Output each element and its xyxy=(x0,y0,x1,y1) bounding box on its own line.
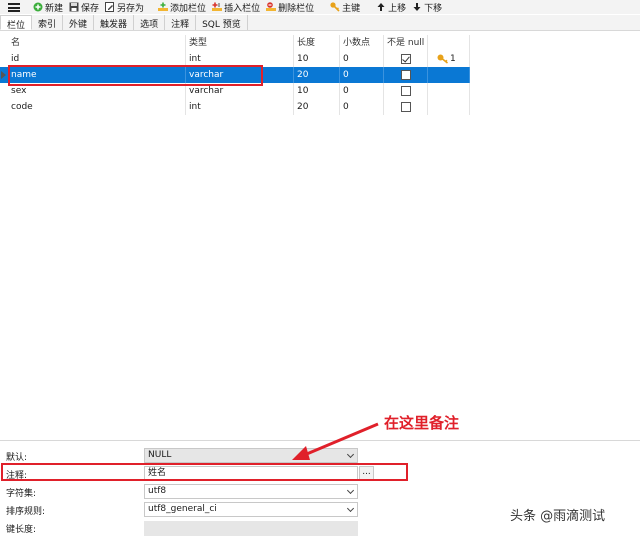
field-length-cell[interactable]: 10 xyxy=(294,83,340,99)
field-key-cell xyxy=(428,67,470,83)
key-icon xyxy=(330,2,340,12)
primary-key-icon xyxy=(437,54,449,64)
charset-value: utf8 xyxy=(148,486,167,496)
highlight-box-row xyxy=(8,65,263,86)
insert-field-icon xyxy=(212,2,223,12)
field-decimals-cell[interactable]: 0 xyxy=(340,51,384,67)
charset-select[interactable]: utf8 xyxy=(144,484,358,499)
header-name[interactable]: 名 xyxy=(8,35,186,51)
save-as-button[interactable]: 另存为 xyxy=(102,0,147,14)
annotation-text: 在这里备注 xyxy=(384,414,460,432)
tab-triggers[interactable]: 触发器 xyxy=(94,15,135,30)
arrow-down-icon xyxy=(412,2,422,12)
save-as-icon xyxy=(105,2,115,12)
insert-field-button[interactable]: 插入栏位 xyxy=(209,0,263,14)
new-icon xyxy=(33,2,43,12)
save-label: 保存 xyxy=(81,3,100,14)
tab-fields[interactable]: 栏位 xyxy=(0,15,33,31)
new-label: 新建 xyxy=(45,3,64,14)
field-decimals-cell[interactable]: 0 xyxy=(340,99,384,115)
collation-select[interactable]: utf8_general_ci xyxy=(144,502,358,517)
chevron-down-icon xyxy=(346,504,355,513)
header-key xyxy=(428,35,470,51)
tab-indexes[interactable]: 索引 xyxy=(32,15,64,30)
key-order: 1 xyxy=(450,54,456,64)
collation-label: 排序规则: xyxy=(6,507,46,517)
save-button[interactable]: 保存 xyxy=(66,0,102,14)
move-up-button[interactable]: 上移 xyxy=(373,0,409,14)
highlight-box-comment xyxy=(1,463,408,481)
move-up-label: 上移 xyxy=(388,3,407,14)
field-decimals-cell[interactable]: 0 xyxy=(340,83,384,99)
move-down-label: 下移 xyxy=(424,3,443,14)
header-not-null[interactable]: 不是 null xyxy=(384,35,428,51)
insert-field-label: 插入栏位 xyxy=(224,3,261,14)
current-row-marker-icon xyxy=(1,71,6,79)
add-field-label: 添加栏位 xyxy=(170,3,207,14)
delete-field-button[interactable]: 删除栏位 xyxy=(263,0,317,14)
header-type[interactable]: 类型 xyxy=(186,35,294,51)
charset-row: 字符集: utf8 xyxy=(0,483,640,501)
table-designer-window: 新建 保存 另存为 添加栏位 插入栏位 删除栏位 主键 上移 下移 栏位 索引 … xyxy=(0,0,640,536)
not-null-checkbox[interactable] xyxy=(401,54,411,64)
charset-label: 字符集: xyxy=(6,489,37,499)
primary-key-button[interactable]: 主键 xyxy=(327,0,363,14)
annotation-arrow-icon xyxy=(292,422,379,460)
add-field-icon xyxy=(158,2,169,12)
table-row[interactable]: code int 20 0 xyxy=(0,99,470,115)
field-key-cell xyxy=(428,99,470,115)
delete-field-label: 删除栏位 xyxy=(278,3,315,14)
not-null-checkbox[interactable] xyxy=(401,102,411,112)
header-length[interactable]: 长度 xyxy=(294,35,340,51)
tab-sql-preview[interactable]: SQL 预览 xyxy=(196,15,248,30)
key-length-label: 键长度: xyxy=(6,525,37,535)
field-length-cell[interactable]: 10 xyxy=(294,51,340,67)
field-type-cell[interactable]: int xyxy=(186,99,294,115)
move-down-button[interactable]: 下移 xyxy=(409,0,445,14)
tab-bar: 栏位 索引 外键 触发器 选项 注释 SQL 预览 xyxy=(0,15,640,31)
field-decimals-cell[interactable]: 0 xyxy=(340,67,384,83)
field-key-cell xyxy=(428,51,470,67)
field-length-cell[interactable]: 20 xyxy=(294,99,340,115)
menu-icon[interactable] xyxy=(8,2,22,12)
tab-comment[interactable]: 注释 xyxy=(165,15,197,30)
tab-foreign-keys[interactable]: 外键 xyxy=(63,15,95,30)
delete-field-icon xyxy=(266,2,277,12)
new-button[interactable]: 新建 xyxy=(30,0,66,14)
not-null-checkbox[interactable] xyxy=(401,86,411,96)
arrow-up-icon xyxy=(376,2,386,12)
save-icon xyxy=(69,2,79,12)
field-key-cell xyxy=(428,83,470,99)
field-name-cell[interactable]: code xyxy=(8,99,186,115)
save-as-label: 另存为 xyxy=(117,3,145,14)
grid-header: 名 类型 长度 小数点 不是 null xyxy=(0,35,470,51)
add-field-button[interactable]: 添加栏位 xyxy=(155,0,209,14)
field-length-cell[interactable]: 20 xyxy=(294,67,340,83)
default-label: 默认: xyxy=(6,453,28,463)
key-length-input[interactable] xyxy=(144,521,358,536)
tab-options[interactable]: 选项 xyxy=(134,15,166,30)
chevron-down-icon xyxy=(346,486,355,495)
default-value: NULL xyxy=(148,450,172,460)
toolbar: 新建 保存 另存为 添加栏位 插入栏位 删除栏位 主键 上移 下移 xyxy=(0,0,640,14)
not-null-checkbox[interactable] xyxy=(401,70,411,80)
watermark: 头条 @雨滴测试 xyxy=(510,509,606,524)
header-decimals[interactable]: 小数点 xyxy=(340,35,384,51)
primary-key-label: 主键 xyxy=(342,3,361,14)
collation-value: utf8_general_ci xyxy=(148,504,217,514)
